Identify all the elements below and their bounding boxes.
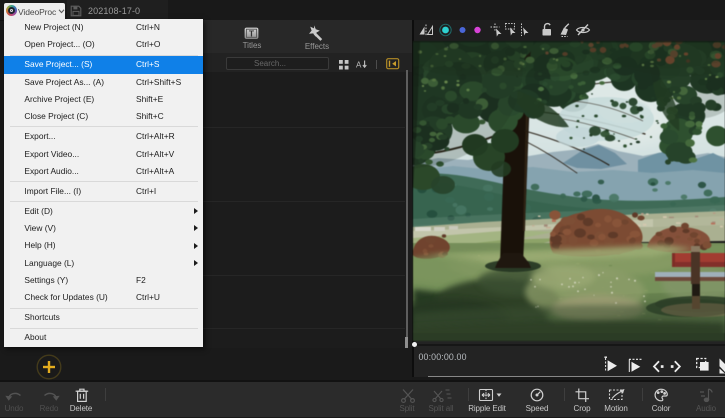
svg-text:T: T	[249, 29, 255, 39]
svg-text:A: A	[356, 61, 362, 70]
